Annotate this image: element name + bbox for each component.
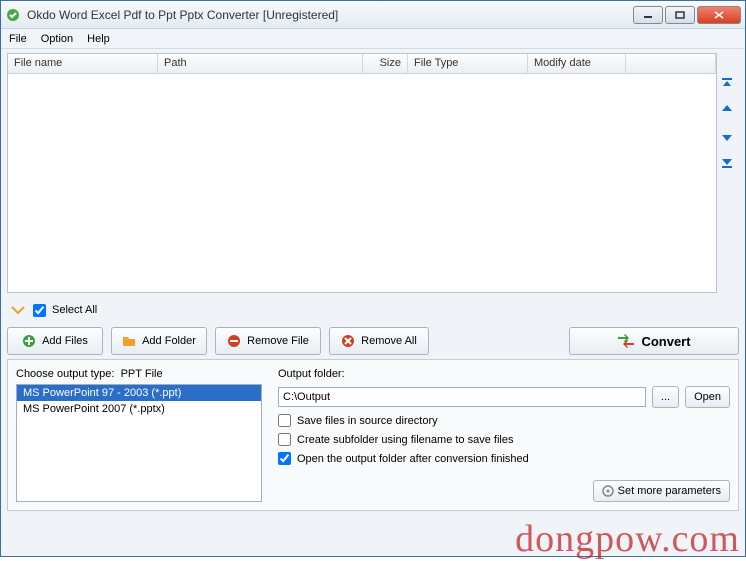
- open-after-row: Open the output folder after conversion …: [278, 452, 730, 465]
- maximize-button[interactable]: [665, 6, 695, 24]
- remove-file-label: Remove File: [247, 335, 309, 347]
- app-window: Okdo Word Excel Pdf to Ppt Pptx Converte…: [0, 0, 746, 557]
- add-files-button[interactable]: Add Files: [7, 327, 103, 355]
- expand-icon[interactable]: [9, 301, 27, 319]
- col-path[interactable]: Path: [158, 54, 363, 73]
- window-title: Okdo Word Excel Pdf to Ppt Pptx Converte…: [27, 8, 633, 22]
- output-folder-row: ... Open: [278, 386, 730, 408]
- remove-all-label: Remove All: [361, 335, 417, 347]
- table-header: File name Path Size File Type Modify dat…: [8, 54, 716, 74]
- open-folder-button[interactable]: Open: [685, 386, 730, 408]
- more-params-label: Set more parameters: [618, 485, 721, 497]
- save-source-row: Save files in source directory: [278, 414, 730, 427]
- move-top-icon[interactable]: [720, 77, 736, 93]
- add-files-label: Add Files: [42, 335, 88, 347]
- folder-icon: [122, 334, 136, 348]
- remove-all-button[interactable]: Remove All: [329, 327, 429, 355]
- output-type-list[interactable]: MS PowerPoint 97 - 2003 (*.ppt) MS Power…: [16, 384, 262, 502]
- menu-file[interactable]: File: [9, 33, 27, 45]
- action-buttons: Add Files Add Folder Remove File Remove …: [7, 327, 739, 355]
- col-rest: [626, 54, 716, 73]
- add-folder-label: Add Folder: [142, 335, 196, 347]
- gear-icon: [602, 485, 614, 497]
- menu-help[interactable]: Help: [87, 33, 110, 45]
- col-modify[interactable]: Modify date: [528, 54, 626, 73]
- output-settings: Output folder: ... Open Save files in so…: [278, 368, 730, 502]
- output-type-item-pptx[interactable]: MS PowerPoint 2007 (*.pptx): [17, 401, 261, 417]
- file-table-wrap: File name Path Size File Type Modify dat…: [7, 53, 739, 293]
- content-area: File name Path Size File Type Modify dat…: [1, 49, 745, 556]
- save-source-label: Save files in source directory: [297, 415, 438, 427]
- table-body: [8, 74, 716, 292]
- output-type-section: Choose output type: PPT File MS PowerPoi…: [16, 368, 262, 502]
- create-subfolder-label: Create subfolder using filename to save …: [297, 434, 513, 446]
- output-type-label: Choose output type: PPT File: [16, 368, 262, 380]
- browse-button[interactable]: ...: [652, 386, 679, 408]
- close-button[interactable]: [697, 6, 741, 24]
- menu-option[interactable]: Option: [41, 33, 73, 45]
- convert-label: Convert: [641, 334, 690, 349]
- file-table[interactable]: File name Path Size File Type Modify dat…: [7, 53, 717, 293]
- col-filetype[interactable]: File Type: [408, 54, 528, 73]
- titlebar: Okdo Word Excel Pdf to Ppt Pptx Converte…: [1, 1, 745, 29]
- create-subfolder-row: Create subfolder using filename to save …: [278, 433, 730, 446]
- convert-button[interactable]: Convert: [569, 327, 739, 355]
- output-panel: Choose output type: PPT File MS PowerPoi…: [7, 359, 739, 511]
- reorder-buttons: [717, 53, 739, 293]
- output-folder-label: Output folder:: [278, 368, 730, 380]
- open-after-label: Open the output folder after conversion …: [297, 453, 529, 465]
- minimize-button[interactable]: [633, 6, 663, 24]
- select-all-checkbox[interactable]: [33, 304, 46, 317]
- move-bottom-icon[interactable]: [720, 155, 736, 171]
- col-size[interactable]: Size: [363, 54, 408, 73]
- menubar: File Option Help: [1, 29, 745, 49]
- app-icon: [5, 7, 21, 23]
- save-source-checkbox[interactable]: [278, 414, 291, 427]
- set-more-parameters-button[interactable]: Set more parameters: [593, 480, 730, 502]
- window-controls: [633, 6, 741, 24]
- create-subfolder-checkbox[interactable]: [278, 433, 291, 446]
- output-type-prefix: Choose output type:: [16, 368, 114, 380]
- output-type-current: PPT File: [121, 368, 163, 380]
- output-folder-input[interactable]: [278, 387, 646, 407]
- col-filename[interactable]: File name: [8, 54, 158, 73]
- move-up-icon[interactable]: [720, 103, 736, 119]
- clear-icon: [341, 334, 355, 348]
- open-after-checkbox[interactable]: [278, 452, 291, 465]
- select-all-label: Select All: [52, 304, 97, 316]
- convert-icon: [617, 334, 635, 348]
- add-folder-button[interactable]: Add Folder: [111, 327, 207, 355]
- move-down-icon[interactable]: [720, 129, 736, 145]
- remove-file-button[interactable]: Remove File: [215, 327, 321, 355]
- minus-icon: [227, 334, 241, 348]
- output-type-item-ppt[interactable]: MS PowerPoint 97 - 2003 (*.ppt): [17, 385, 261, 401]
- select-all-row: Select All: [7, 297, 739, 323]
- plus-icon: [22, 334, 36, 348]
